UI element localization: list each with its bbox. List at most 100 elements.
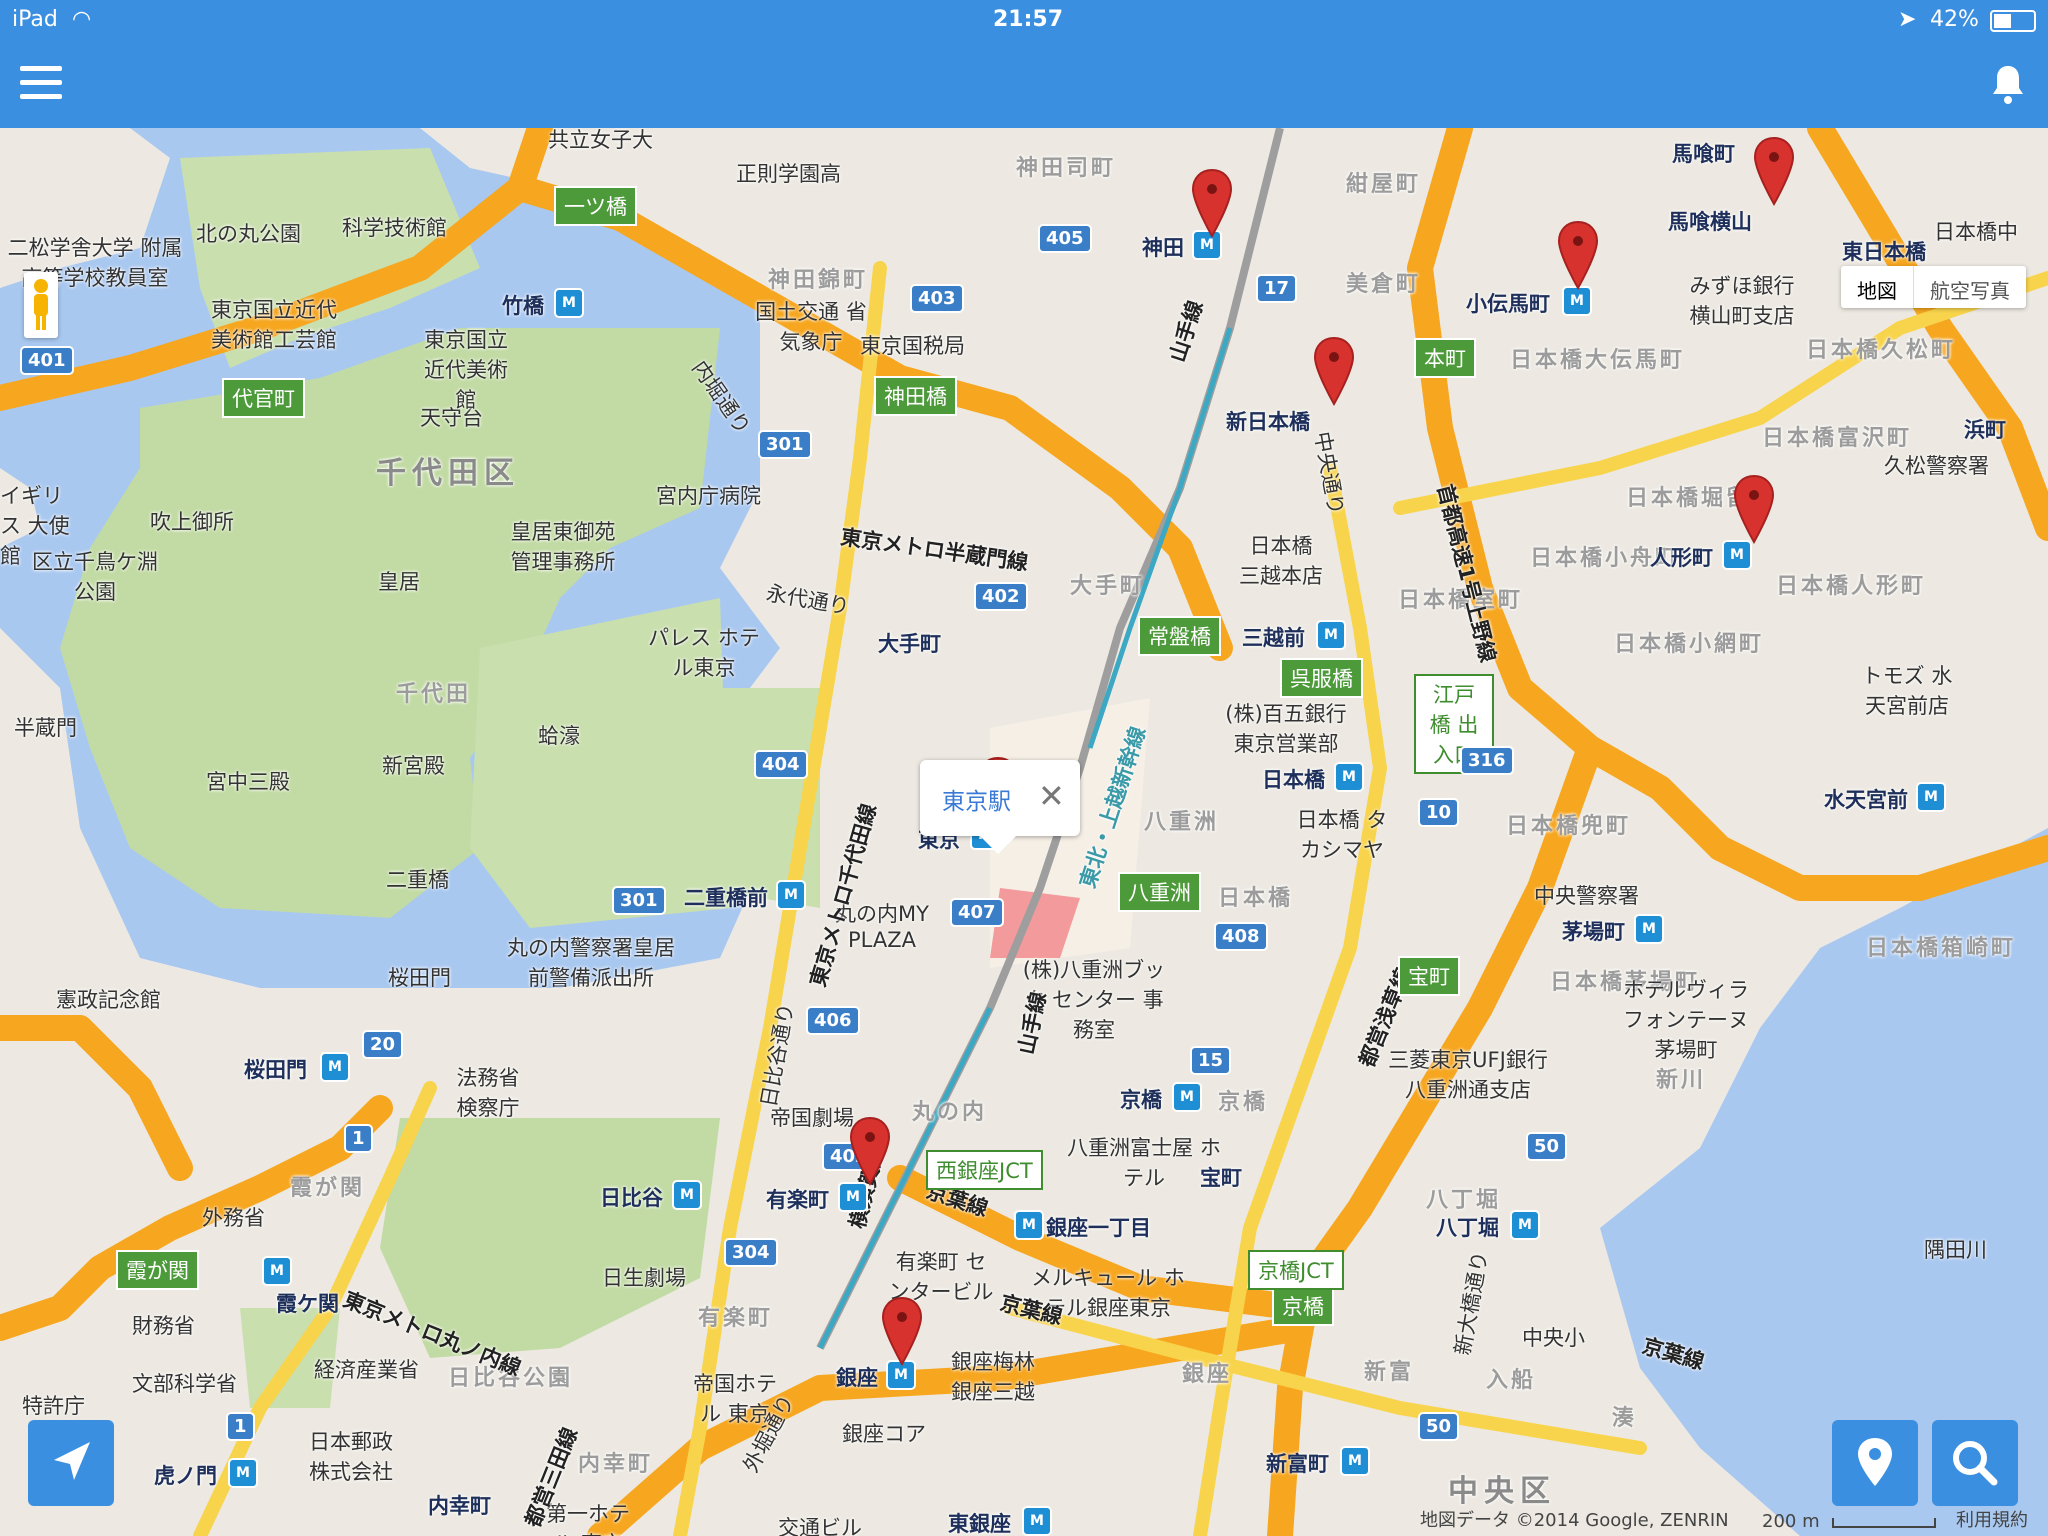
bell-icon[interactable] [1988, 62, 2028, 106]
intersection-sign: 本町 [1414, 338, 1476, 378]
station-label[interactable]: 有楽町 [766, 1184, 829, 1214]
station-label[interactable]: 三越前 [1242, 622, 1305, 652]
station-label[interactable]: 茅場町 [1562, 916, 1625, 946]
map-type-toggle[interactable]: 地図 航空写真 [1841, 266, 2026, 308]
place-label: 中央警察署 [1534, 884, 1639, 908]
station-label[interactable]: 新富町 [1266, 1448, 1329, 1478]
station-label[interactable]: 小伝馬町 [1466, 288, 1550, 318]
place-label: 東京国立 近代美術館 [424, 328, 508, 412]
intersection-sign: 霞が関 [116, 1250, 199, 1290]
place-label: 日本橋 三越本店 [1239, 534, 1323, 588]
place-label: 銀座コア [842, 1422, 926, 1446]
station-label[interactable]: 虎ノ門 [154, 1460, 217, 1490]
area-label: 紺屋町 [1346, 172, 1422, 197]
place-label: 半蔵門 [14, 716, 77, 740]
place-label: 日本橋 タカシマヤ [1296, 808, 1388, 862]
place-label: 外務省 [202, 1206, 265, 1230]
map-pin-icon[interactable] [880, 1296, 924, 1366]
station-label[interactable]: 銀座 [836, 1362, 878, 1392]
station-label[interactable]: 桜田門 [244, 1054, 307, 1084]
metro-icon: M [1014, 1210, 1044, 1240]
metro-icon: M [1634, 914, 1664, 944]
metro-icon: M [1722, 540, 1752, 570]
route-shield: 10 [1418, 798, 1460, 827]
battery-percent: 42% [1930, 7, 1979, 32]
station-label[interactable]: 日本橋 [1262, 764, 1325, 794]
station-label[interactable]: 新日本橋 [1226, 406, 1310, 436]
area-label: 日本橋久松町 [1806, 338, 1957, 363]
my-location-button[interactable] [28, 1420, 114, 1506]
map-attribution: 地図データ ©2014 Google, ZENRIN [1420, 1510, 1729, 1531]
station-label[interactable]: 銀座一丁目 [1046, 1212, 1151, 1242]
area-label: 内幸町 [578, 1452, 654, 1477]
menu-icon[interactable] [20, 66, 62, 100]
close-icon[interactable]: ✕ [1038, 776, 1065, 816]
area-label: 新富 [1364, 1360, 1415, 1385]
map-pin-icon[interactable] [1312, 336, 1356, 406]
map-type-satellite[interactable]: 航空写真 [1914, 266, 2026, 308]
wifi-icon: ◠ [72, 7, 92, 32]
map-pin-icon[interactable] [848, 1116, 892, 1186]
route-shield: 406 [806, 1006, 860, 1035]
map-pin-icon[interactable] [1732, 474, 1776, 544]
route-shield: 408 [1214, 922, 1268, 951]
area-label: 新川 [1656, 1068, 1707, 1093]
station-label[interactable]: 人形町 [1650, 542, 1713, 572]
map-pin-icon[interactable] [1752, 136, 1796, 206]
map-pin-icon[interactable] [1556, 220, 1600, 290]
station-label[interactable]: 竹橋 [502, 290, 544, 320]
route-shield: 401 [20, 346, 74, 375]
area-label: 日本橋富沢町 [1762, 426, 1913, 451]
place-label: 二重橋 [386, 868, 449, 892]
place-label: 隅田川 [1924, 1238, 1987, 1262]
map-type-map[interactable]: 地図 [1841, 266, 1914, 308]
metro-icon: M [1316, 620, 1346, 650]
place-label: 吹上御所 [150, 510, 234, 534]
station-label[interactable]: 京橋 [1120, 1084, 1162, 1114]
area-label: 八重洲 [1144, 810, 1220, 835]
station-label[interactable]: 神田 [1142, 232, 1184, 262]
station-label[interactable]: 浜町 [1964, 414, 2006, 444]
route-shield: 316 [1460, 746, 1514, 775]
area-label: 日本橋兜町 [1506, 814, 1632, 839]
terms-link[interactable]: 利用規約 [1956, 1506, 2028, 1532]
pin-button[interactable] [1832, 1420, 1918, 1506]
station-label[interactable]: 水天宮前 [1824, 784, 1908, 814]
area-label: 丸の内 [912, 1100, 988, 1125]
callout-title: 東京駅 [942, 789, 1011, 815]
metro-icon: M [672, 1180, 702, 1210]
map-pin-icon[interactable] [1190, 168, 1234, 238]
station-label[interactable]: 東銀座 [948, 1508, 1011, 1536]
route-shield: 1 [226, 1412, 255, 1441]
street-view-pegman-icon[interactable] [24, 272, 58, 338]
station-callout[interactable]: 東京駅 ✕ [920, 760, 1080, 854]
carrier-label: iPad [12, 7, 58, 32]
metro-icon: M [1334, 762, 1364, 792]
area-label: 京橋 [1218, 1090, 1269, 1115]
station-label[interactable]: 霞ケ関 [276, 1288, 339, 1318]
metro-icon: M [1022, 1506, 1052, 1536]
place-label: トモズ 水 天宮前店 [1861, 664, 1953, 718]
area-label: 銀座 [1182, 1362, 1233, 1387]
place-label: 法務省 検察庁 [456, 1066, 520, 1120]
route-shield: 404 [754, 750, 808, 779]
place-label: 財務省 [132, 1314, 195, 1338]
station-label[interactable]: 馬喰町 [1672, 138, 1735, 168]
station-label[interactable]: 大手町 [878, 628, 941, 658]
place-label: 銀座梅林 銀座三越 [951, 1350, 1035, 1404]
route-shield: 20 [362, 1030, 404, 1059]
station-label[interactable]: 日比谷 [600, 1182, 663, 1212]
station-label[interactable]: 内幸町 [428, 1490, 491, 1520]
station-label[interactable]: 八丁堀 [1436, 1212, 1499, 1242]
location-pin-icon [1858, 1438, 1892, 1486]
search-button[interactable] [1932, 1420, 2018, 1506]
intersection-sign: 京橋 [1272, 1286, 1334, 1326]
station-label[interactable]: 宝町 [1200, 1162, 1242, 1192]
station-label[interactable]: 二重橋前 [684, 882, 768, 912]
place-label: 宮中三殿 [206, 770, 290, 794]
area-label: 湊 [1612, 1406, 1638, 1431]
map-view[interactable]: 千代田区 中央区 千代田 丸の内 日比谷公園 有楽町 日本橋 八重洲 京橋 銀座… [0, 128, 2048, 1536]
station-label[interactable]: 馬喰横山 [1668, 206, 1752, 236]
place-label: 北の丸公園 [196, 222, 301, 246]
station-label[interactable]: 東日本橋 [1842, 236, 1926, 266]
